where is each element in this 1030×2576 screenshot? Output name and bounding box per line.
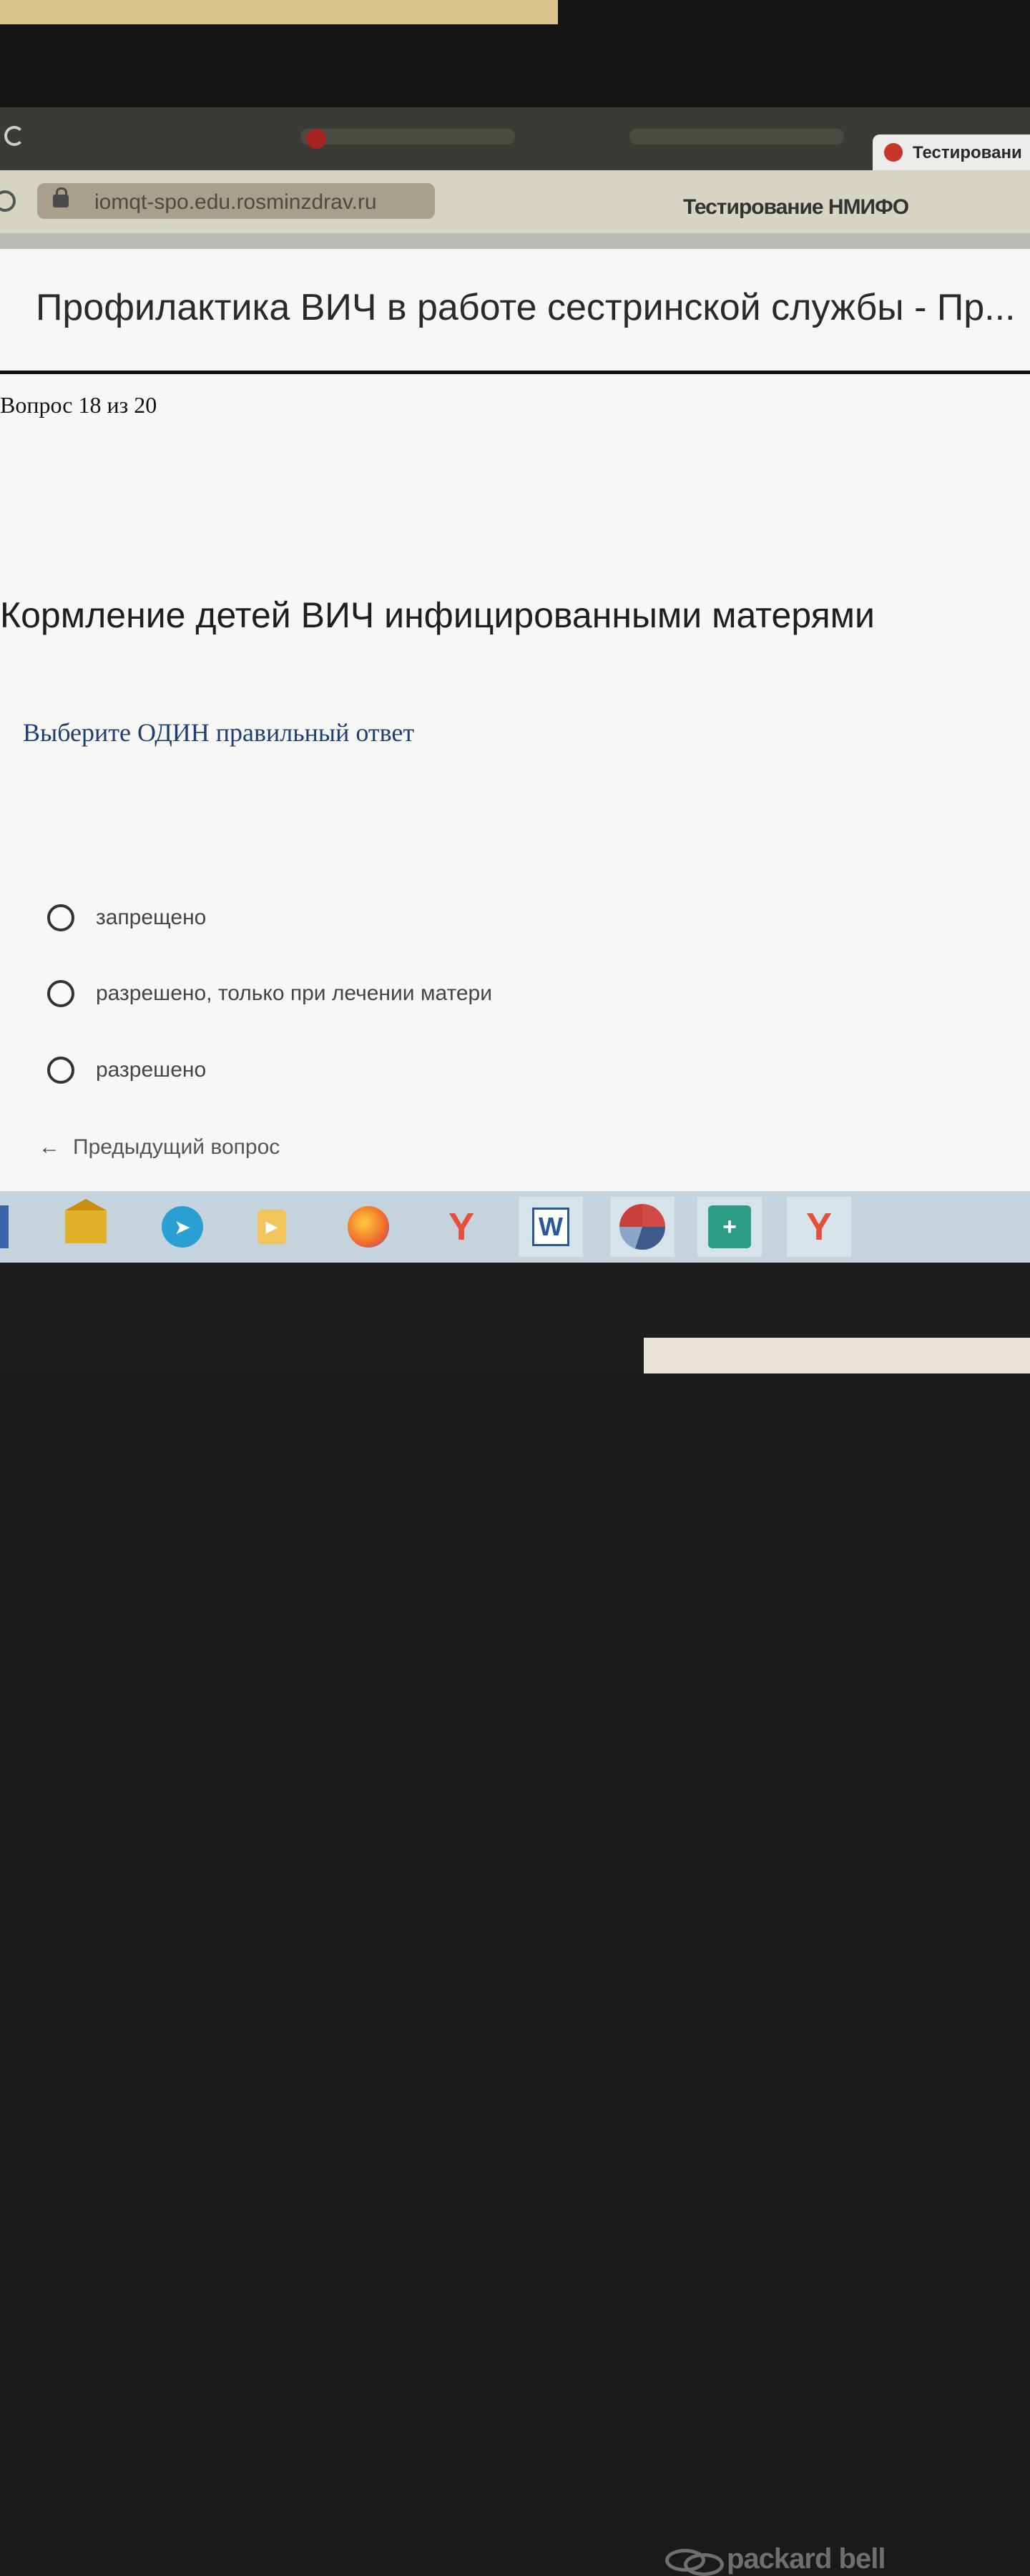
background-tab[interactable] xyxy=(629,129,844,145)
question-text: Кормление детей ВИЧ инфицированными мате… xyxy=(0,595,875,635)
url-field[interactable]: iomqt-spo.edu.rosminzdrav.ru xyxy=(37,183,435,219)
page-title-in-bar: Тестирование НМИФО xyxy=(683,195,909,219)
answer-option-label: разрешено, только при лечении матери xyxy=(96,981,493,1005)
taskbar-telegram[interactable]: ➤ xyxy=(150,1197,215,1257)
taskbar-media[interactable]: ▶ xyxy=(240,1197,304,1257)
course-title: Профилактика ВИЧ в работе сестринской сл… xyxy=(36,287,1016,328)
brand-name: packard bell xyxy=(727,2543,886,2575)
browser-refresh-icon[interactable] xyxy=(4,126,24,146)
site-favicon-icon xyxy=(884,143,903,162)
brand-logo: packard bell xyxy=(665,2543,886,2576)
lock-icon xyxy=(53,187,69,207)
yandex-browser-icon: Y xyxy=(805,1205,833,1248)
app-ball-icon xyxy=(619,1204,665,1250)
answer-option-label: запрещено xyxy=(96,906,207,929)
taskbar-edge-item[interactable] xyxy=(0,1197,14,1257)
answer-option-3[interactable]: разрешено xyxy=(47,1053,206,1087)
taskbar-mail[interactable] xyxy=(54,1197,118,1257)
reload-icon[interactable] xyxy=(0,190,16,212)
arrow-left-icon: ← xyxy=(39,1135,60,1159)
page-content: Профилактика ВИЧ в работе сестринской сл… xyxy=(0,249,1030,1263)
browser-address-bar: iomqt-spo.edu.rosminzdrav.ru Тестировани… xyxy=(0,170,1030,233)
yandex-browser-icon: Y xyxy=(448,1205,475,1248)
taskbar-firefox[interactable] xyxy=(336,1197,401,1257)
taskbar-word[interactable]: W xyxy=(519,1197,583,1257)
background-tab[interactable] xyxy=(300,129,515,145)
app-icon xyxy=(0,1205,9,1248)
medical-app-icon: + xyxy=(708,1205,751,1248)
tab-testing[interactable]: Тестировани xyxy=(873,134,1030,170)
taskbar-yandex-2[interactable]: Y xyxy=(787,1197,851,1257)
answer-option-label: разрешено xyxy=(96,1058,207,1082)
media-player-icon: ▶ xyxy=(258,1210,286,1244)
taskbar-medical[interactable]: + xyxy=(697,1197,762,1257)
taskbar-yandex[interactable]: Y xyxy=(429,1197,494,1257)
mail-icon xyxy=(65,1199,107,1243)
toolbar-strip xyxy=(0,233,1030,249)
tab-label: Тестировани xyxy=(913,143,1022,162)
browser-tab-bar: Тестировани xyxy=(0,107,1030,170)
question-counter: Вопрос 18 из 20 xyxy=(0,392,157,418)
radio-button[interactable] xyxy=(47,980,74,1007)
header-divider xyxy=(0,371,1030,374)
radio-button[interactable] xyxy=(47,904,74,931)
answer-option-1[interactable]: запрещено xyxy=(47,901,206,935)
previous-question-button[interactable]: ← Предыдущий вопрос xyxy=(20,1124,292,1171)
answer-instruction: Выберите ОДИН правильный ответ xyxy=(23,718,415,747)
brand-mark-icon xyxy=(665,2546,724,2576)
answer-option-2[interactable]: разрешено, только при лечении матери xyxy=(47,976,492,1011)
taskbar: ➤ ▶ Y W + Y xyxy=(0,1191,1030,1263)
paper-background xyxy=(0,0,558,24)
taskbar-app[interactable] xyxy=(610,1197,675,1257)
paper-notes xyxy=(644,1338,1030,1373)
tab-favicon xyxy=(306,129,326,149)
monitor-screen: Тестировани iomqt-spo.edu.rosminzdrav.ru… xyxy=(0,107,1030,1263)
firefox-icon xyxy=(348,1206,389,1248)
word-icon: W xyxy=(532,1208,569,1246)
url-text: iomqt-spo.edu.rosminzdrav.ru xyxy=(94,190,377,214)
radio-button[interactable] xyxy=(47,1057,74,1084)
previous-question-label: Предыдущий вопрос xyxy=(73,1135,280,1159)
telegram-icon: ➤ xyxy=(162,1206,203,1248)
